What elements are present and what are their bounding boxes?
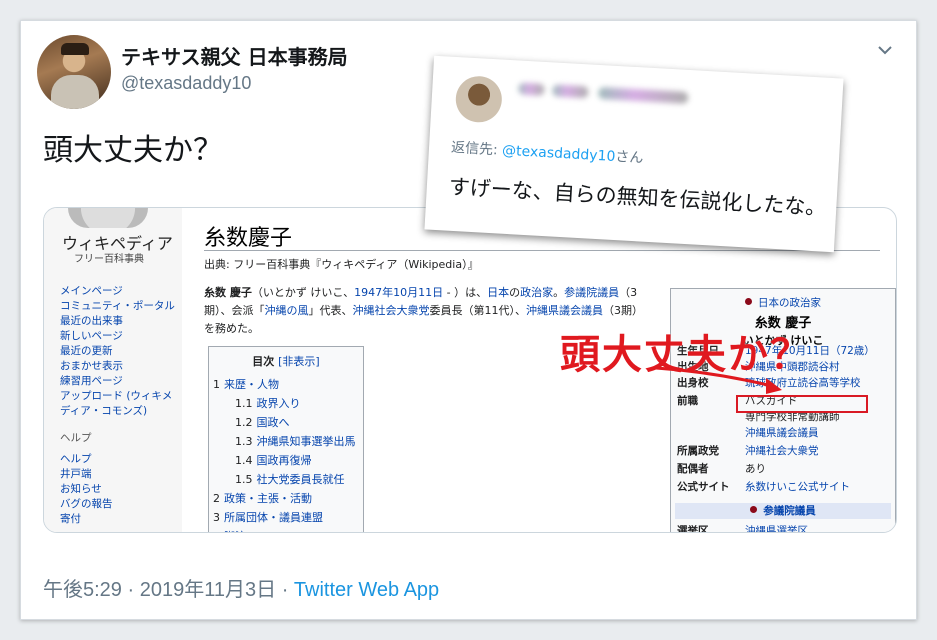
toc-item[interactable]: 1.2 国政へ: [213, 413, 363, 432]
tweet-image[interactable]: ウィキペディア フリー百科事典 メインページ コミュニティ・ポータル 最近の出来…: [43, 207, 897, 533]
separator: ·: [281, 579, 289, 601]
reply-text: すげーな、自らの無知を伝説化したな。: [448, 174, 827, 220]
wiki-nav-item: メインページ: [60, 285, 123, 297]
infobox-key: 選挙区: [677, 525, 709, 533]
toc-title: 目次: [252, 355, 275, 368]
reply-avatar: [454, 75, 504, 124]
toc-toggle: [非表示]: [278, 355, 320, 368]
infobox-key: 配偶者: [677, 463, 709, 475]
tweet-text: 頭大丈夫か？: [43, 133, 223, 168]
toc-item[interactable]: 1.1 政界入り: [213, 394, 363, 413]
tweet-meta: 午後5:29 · 2019年11月3日 · Twitter Web App: [43, 573, 439, 602]
wiki-source-line: 出典: フリー百科事典『ウィキペディア（Wikipedia）』: [204, 258, 479, 271]
wiki-sidebar: ウィキペディア フリー百科事典 メインページ コミュニティ・ポータル 最近の出来…: [44, 208, 182, 532]
toc-item[interactable]: 1 来歴・人物: [213, 375, 363, 394]
reply-screenshot: 返信先: @texasdaddy10さん すげーな、自らの無知を伝説化したな。: [424, 55, 844, 253]
toc-item[interactable]: 4脚注: [213, 527, 363, 532]
wiki-help-header: ヘルプ: [60, 432, 92, 444]
wiki-brand-sub: フリー百科事典: [74, 254, 144, 265]
author-avatar[interactable]: [37, 35, 111, 109]
wiki-article: 糸数慶子 出典: フリー百科事典『ウィキペディア（Wikipedia）』 糸数 …: [204, 208, 896, 532]
infobox-category: 日本の政治家: [758, 297, 821, 309]
wiki-toc: 目次 [非表示] 1 来歴・人物 1.1 政界入り 1.2 国政へ 1.3 沖縄県知事選挙出馬…: [208, 346, 364, 532]
wiki-help-item: ヘルプ: [60, 453, 92, 465]
annotation-arrow: [655, 366, 782, 394]
infobox-band: 参議院議員: [763, 505, 816, 517]
infobox-key: 公式サイト: [677, 481, 730, 493]
infobox-value: 糸数けいこ公式サイト: [745, 481, 850, 493]
wiki-help-item: お知らせ: [60, 483, 102, 495]
toc-item[interactable]: 1.5 社大党委員長就任: [213, 470, 363, 489]
wiki-help-item: バグの報告: [60, 498, 113, 510]
wiki-help-item: 井戸端: [60, 468, 92, 480]
infobox-value: あり: [745, 463, 766, 475]
wiki-nav-item: アップロード (ウィキメディア・コモンズ): [60, 390, 173, 417]
wiki-nav-item: 最近の出来事: [60, 315, 123, 327]
infobox-value: 沖縄県選挙区: [745, 525, 808, 533]
wiki-nav: メインページ コミュニティ・ポータル 最近の出来事 新しいページ 最近の更新 お…: [60, 284, 178, 527]
wiki-nav-item: コミュニティ・ポータル: [60, 300, 175, 312]
toc-item[interactable]: 1.4 国政再復帰: [213, 451, 363, 470]
wiki-nav-item: 最近の更新: [60, 345, 113, 357]
wiki-nav-item: おまかせ表示: [60, 360, 123, 372]
toc-item[interactable]: 1.3 沖縄県知事選挙出馬: [213, 432, 363, 451]
divider: [204, 250, 880, 251]
wiki-help-item: 寄付: [60, 513, 81, 525]
chevron-down-icon[interactable]: [876, 41, 894, 59]
author-handle[interactable]: @texasdaddy10: [121, 73, 251, 94]
toc-item[interactable]: 2 政策・主張・活動: [213, 489, 363, 508]
tweet-date[interactable]: 2019年11月3日: [140, 579, 276, 601]
wikipedia-globe-icon: [68, 208, 148, 228]
toc-item[interactable]: 3 所属団体・議員連盟: [213, 508, 363, 527]
tweet-source-link[interactable]: Twitter Web App: [294, 579, 439, 601]
author-name[interactable]: テキサス親父 日本事務局: [121, 41, 348, 70]
reply-to-line: 返信先: @texasdaddy10さん: [450, 139, 644, 167]
toc-list: 1 来歴・人物 1.1 政界入り 1.2 国政へ 1.3 沖縄県知事選挙出馬 1.4 国政再復帰 1…: [213, 375, 363, 532]
separator: ·: [127, 579, 135, 601]
wiki-title: 糸数慶子: [204, 226, 293, 251]
infobox-key: 所属政党: [677, 445, 719, 457]
wiki-nav-item: 練習用ページ: [60, 375, 123, 387]
infobox-value: 沖縄社会大衆党: [745, 445, 819, 457]
infobox-value: 沖縄県議会議員: [745, 427, 819, 439]
wiki-nav-item: 新しいページ: [60, 330, 123, 342]
tweet-card: テキサス親父 日本事務局 @texasdaddy10 頭大丈夫か？ ウィキペディ…: [20, 20, 917, 620]
tweet-time[interactable]: 午後5:29: [43, 579, 122, 601]
